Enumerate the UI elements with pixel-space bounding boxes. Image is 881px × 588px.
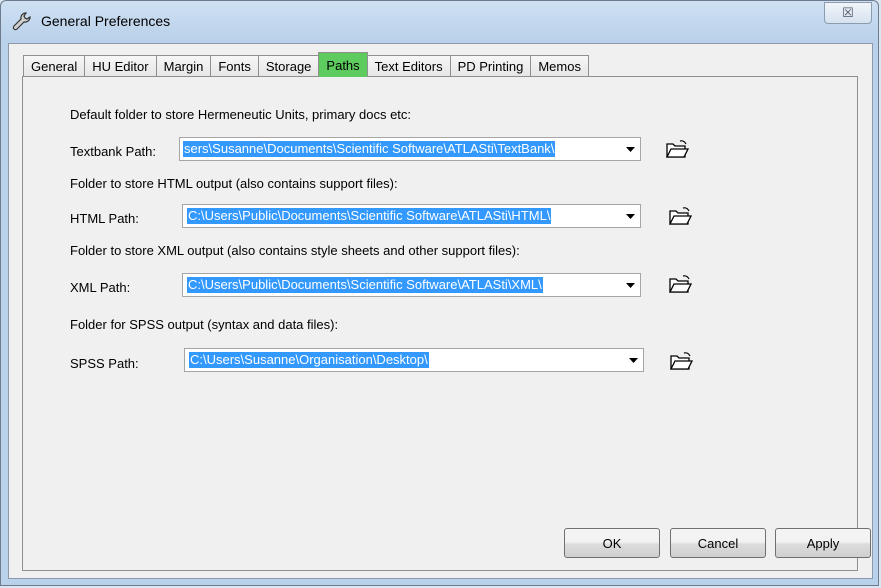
- textbank-heading: Default folder to store Hermeneutic Unit…: [70, 107, 412, 122]
- tab-hu-editor[interactable]: HU Editor: [84, 55, 157, 77]
- wrench-icon: [12, 12, 31, 31]
- xml-path-label: XML Path:: [70, 280, 131, 295]
- html-path-combo[interactable]: C:\Users\Public\Documents\Scientific Sof…: [182, 204, 641, 228]
- tab-strip: General HU Editor Margin Fonts Storage P…: [23, 52, 589, 77]
- tab-fonts[interactable]: Fonts: [210, 55, 259, 77]
- dropdown-arrow-icon[interactable]: [623, 349, 643, 371]
- html-path-value: C:\Users\Public\Documents\Scientific Sof…: [187, 208, 552, 224]
- spss-path-value: C:\Users\Susanne\Organisation\Desktop\: [189, 352, 429, 368]
- title-bar[interactable]: General Preferences ☒: [1, 1, 878, 43]
- preferences-window: General Preferences ☒ General HU Editor …: [0, 0, 879, 586]
- tab-general[interactable]: General: [23, 55, 86, 77]
- spss-heading: Folder for SPSS output (syntax and data …: [70, 317, 339, 332]
- html-heading: Folder to store HTML output (also contai…: [70, 176, 398, 191]
- open-folder-icon[interactable]: [668, 274, 692, 294]
- textbank-path-label: Textbank Path:: [70, 144, 156, 159]
- close-button[interactable]: ☒: [824, 2, 872, 24]
- close-icon: ☒: [842, 5, 854, 20]
- dropdown-arrow-icon[interactable]: [620, 205, 640, 227]
- tab-paths[interactable]: Paths: [318, 52, 368, 77]
- xml-path-combo[interactable]: C:\Users\Public\Documents\Scientific Sof…: [182, 273, 641, 297]
- spss-path-combo[interactable]: C:\Users\Susanne\Organisation\Desktop\: [184, 348, 644, 372]
- tab-storage[interactable]: Storage: [257, 55, 320, 77]
- textbank-path-combo[interactable]: sers\Susanne\Documents\Scientific Softwa…: [179, 137, 641, 161]
- dropdown-arrow-icon[interactable]: [620, 138, 640, 160]
- cancel-button[interactable]: Cancel: [670, 528, 766, 558]
- xml-heading: Folder to store XML output (also contain…: [70, 243, 520, 258]
- dropdown-arrow-icon[interactable]: [620, 274, 640, 296]
- paths-panel: Default folder to store Hermeneutic Unit…: [22, 76, 871, 571]
- textbank-path-value: sers\Susanne\Documents\Scientific Softwa…: [183, 141, 556, 157]
- spss-path-label: SPSS Path:: [70, 356, 139, 371]
- tab-text-editors[interactable]: Text Editors: [366, 55, 451, 77]
- open-folder-icon[interactable]: [665, 139, 689, 159]
- tab-pd-printing[interactable]: PD Printing: [449, 55, 532, 77]
- html-path-label: HTML Path:: [70, 211, 139, 226]
- open-folder-icon[interactable]: [668, 206, 692, 226]
- tab-margin[interactable]: Margin: [155, 55, 212, 77]
- dialog-client-area: General HU Editor Margin Fonts Storage P…: [8, 43, 873, 579]
- ok-button[interactable]: OK: [564, 528, 660, 558]
- apply-button[interactable]: Apply: [775, 528, 871, 558]
- open-folder-icon[interactable]: [669, 351, 693, 371]
- window-title: General Preferences: [41, 13, 171, 29]
- xml-path-value: C:\Users\Public\Documents\Scientific Sof…: [187, 277, 543, 293]
- tab-memos[interactable]: Memos: [530, 55, 589, 77]
